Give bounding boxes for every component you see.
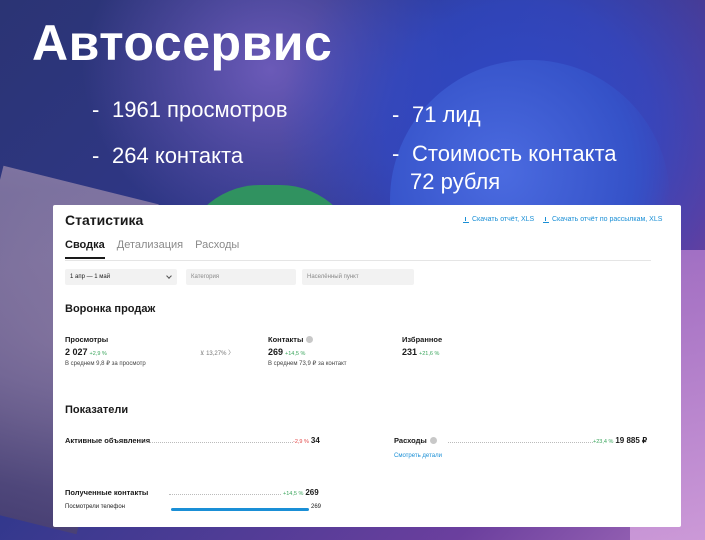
expenses-number: 19 885 ₽ xyxy=(615,436,648,445)
city-placeholder: Населённый пункт xyxy=(307,274,359,280)
bullet-cost-line2: 72 рубля xyxy=(410,169,501,194)
category-input[interactable]: Категория xyxy=(186,269,296,285)
bullet-dash: - xyxy=(392,141,400,166)
metric-views-value: 2 027 +2,9 % xyxy=(65,347,146,357)
leader-dots xyxy=(143,442,293,443)
conversion-rate-value: 13,27% xyxy=(206,351,227,357)
bullet-views-text: 1961 просмотров xyxy=(112,97,288,122)
avito-watermark: Avito xyxy=(594,498,673,521)
active-ads-value: -2,9 % 34 xyxy=(293,436,320,445)
panel-title: Статистика xyxy=(65,212,144,228)
received-contacts-number: 269 xyxy=(305,488,319,497)
leader-dots xyxy=(169,494,281,495)
phone-views-bar xyxy=(171,508,309,511)
headline: Автосервис xyxy=(32,15,333,71)
bullet-contacts: -264 контакта xyxy=(92,142,243,170)
bullet-views: -1961 просмотров xyxy=(92,96,288,124)
tab-details[interactable]: Детализация xyxy=(117,239,183,259)
bullet-cost: - Стоимость контакта 72 рубля xyxy=(392,140,617,196)
metric-contacts-delta: +14,5 % xyxy=(285,351,306,357)
metric-favorites: Избранное 231 +21,6 % xyxy=(402,335,442,357)
bullet-dash: - xyxy=(92,143,100,168)
metric-contacts-sub: В среднем 73,9 ₽ за контакт xyxy=(268,361,347,367)
tabs-divider xyxy=(65,260,651,261)
tabs: Сводка Детализация Расходы xyxy=(65,239,239,259)
download-icon xyxy=(463,216,469,223)
metric-contacts: Контакты 269 +14,5 % В среднем 73,9 ₽ за … xyxy=(268,335,347,367)
metric-favorites-delta: +21,6 % xyxy=(419,351,440,357)
active-ads-delta: -2,9 % xyxy=(293,439,309,445)
phone-views-label: Посмотрели телефон xyxy=(65,504,125,510)
bullet-dash: - xyxy=(392,102,400,127)
metric-views-number: 2 027 xyxy=(65,347,88,357)
category-placeholder: Категория xyxy=(191,274,220,280)
metric-views-label: Просмотры xyxy=(65,335,146,344)
metric-contacts-label: Контакты xyxy=(268,335,347,344)
bullet-cost-line1: Стоимость контакта xyxy=(412,141,617,166)
metric-views: Просмотры 2 027 +2,9 % В среднем 9,8 ₽ за… xyxy=(65,335,146,367)
phone-views-bar-fill xyxy=(171,508,309,511)
phone-views-value: 269 xyxy=(311,504,322,510)
download-xls-label: Скачать отчёт, XLS xyxy=(472,216,535,223)
active-ads-number: 34 xyxy=(310,436,320,445)
tab-summary[interactable]: Сводка xyxy=(65,239,105,259)
bullet-contacts-text: 264 контакта xyxy=(112,143,244,168)
info-icon[interactable] xyxy=(429,437,437,444)
expenses-delta: +23,4 % xyxy=(593,439,614,445)
metric-contacts-number: 269 xyxy=(268,347,284,357)
received-contacts-delta: +14,5 % xyxy=(283,491,304,497)
metric-views-sub: В среднем 9,8 ₽ за просмотр xyxy=(65,361,146,367)
bullet-dash: - xyxy=(92,97,100,122)
metric-favorites-number: 231 xyxy=(402,347,418,357)
period-select[interactable]: 1 апр — 1 май xyxy=(65,269,177,285)
download-mailing-link[interactable]: Скачать отчёт по рассылкам, XLS xyxy=(543,216,662,223)
expenses-label: Расходы xyxy=(394,436,437,445)
download-icon xyxy=(543,216,549,223)
bullet-leads-text: 71 лид xyxy=(412,102,481,127)
metric-contacts-value: 269 +14,5 % xyxy=(268,347,347,357)
metric-favorites-label: Избранное xyxy=(402,335,442,344)
view-details-link[interactable]: Смотреть детали xyxy=(394,453,442,459)
bullet-leads: -71 лид xyxy=(392,101,481,129)
metric-favorites-value: 231 +21,6 % xyxy=(402,347,442,357)
expenses-value: +23,4 % 19 885 ₽ xyxy=(593,436,647,445)
statistics-panel: Статистика Скачать отчёт, XLS Скачать от… xyxy=(53,205,681,527)
metric-views-label-text: Просмотры xyxy=(65,335,109,344)
metric-favorites-label-text: Избранное xyxy=(402,335,443,344)
indicators-title: Показатели xyxy=(65,404,129,416)
received-contacts-value: +14,5 % 269 xyxy=(283,488,319,497)
avito-logo-icon xyxy=(594,498,620,521)
period-select-value: 1 апр — 1 май xyxy=(70,274,111,280)
chevron-down-icon xyxy=(166,273,172,279)
metric-views-delta: +2,9 % xyxy=(89,351,107,357)
info-icon[interactable] xyxy=(306,336,314,343)
expenses-label-text: Расходы xyxy=(394,436,427,445)
avito-watermark-text: Avito xyxy=(624,498,674,520)
conversion-rate: ⊻ 13,27% 〉 xyxy=(200,351,235,357)
leader-dots xyxy=(448,442,593,443)
download-mailing-label: Скачать отчёт по рассылкам, XLS xyxy=(552,216,663,223)
metric-contacts-label-text: Контакты xyxy=(268,335,304,344)
funnel-title: Воронка продаж xyxy=(65,303,156,315)
active-ads-label: Активные объявления xyxy=(65,436,151,445)
city-input[interactable]: Населённый пункт xyxy=(302,269,414,285)
tab-expenses[interactable]: Расходы xyxy=(195,239,239,259)
received-contacts-label: Полученные контакты xyxy=(65,488,149,497)
download-xls-link[interactable]: Скачать отчёт, XLS xyxy=(463,216,534,223)
